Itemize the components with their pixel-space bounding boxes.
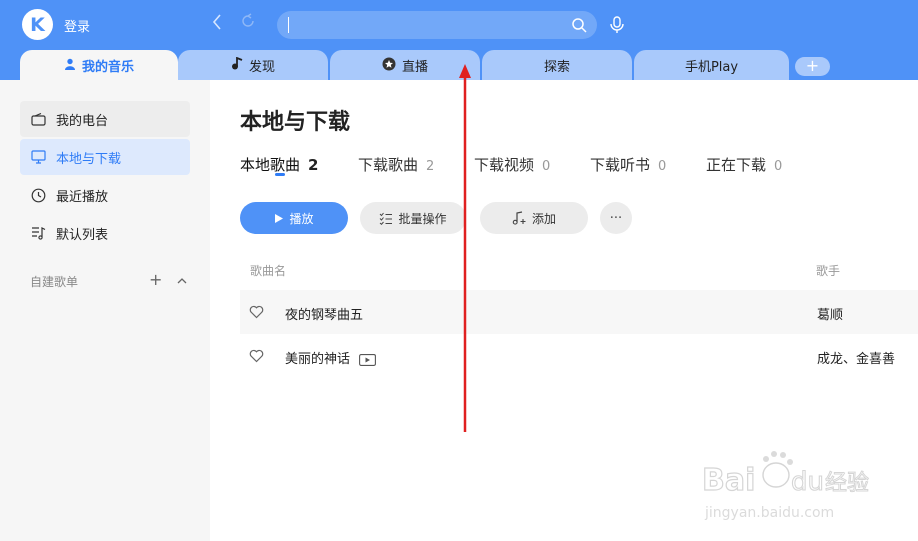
- svg-text:jingyan.baidu.com: jingyan.baidu.com: [704, 505, 834, 521]
- more-button[interactable]: ···: [600, 202, 632, 234]
- subtab-label: 正在下载: [706, 156, 767, 174]
- mv-video-icon[interactable]: [359, 354, 376, 366]
- song-title[interactable]: 美丽的神话: [285, 352, 350, 367]
- subtab-count: 2: [308, 156, 319, 174]
- batch-operation-button[interactable]: 批量操作: [360, 202, 466, 234]
- tab-label: 我的音乐: [81, 59, 134, 75]
- play-button[interactable]: 播放: [240, 202, 348, 234]
- subtab-downloaded-videos[interactable]: 下载视频 0: [474, 154, 550, 175]
- column-header-artist[interactable]: 歌手: [816, 262, 840, 279]
- subtab-count: 0: [774, 159, 783, 174]
- subtab-label: 下载歌曲: [358, 156, 419, 174]
- monitor-icon: [30, 149, 46, 165]
- checklist-icon: [379, 212, 393, 225]
- batch-button-label: 批量操作: [398, 211, 447, 226]
- back-icon[interactable]: [210, 12, 228, 34]
- add-music-icon: [512, 211, 527, 225]
- sidebar-item-label: 默认列表: [56, 227, 109, 243]
- subtab-downloaded-songs[interactable]: 下载歌曲 2: [358, 154, 434, 175]
- sidebar-item-default-list[interactable]: 默认列表: [20, 215, 190, 251]
- sidebar-item-recent[interactable]: 最近播放: [20, 177, 190, 213]
- svg-text:du: du: [791, 467, 824, 497]
- song-artist[interactable]: 成龙、金喜善: [817, 348, 895, 367]
- heart-icon[interactable]: [249, 349, 264, 363]
- active-subtab-indicator: [275, 173, 285, 176]
- subtab-count: 0: [542, 159, 551, 174]
- page-title: 本地与下载: [240, 110, 351, 135]
- login-link[interactable]: 登录: [64, 16, 90, 35]
- music-note-icon: [231, 56, 243, 73]
- tab-label: 探索: [543, 59, 570, 75]
- svg-text:经验: 经验: [825, 471, 869, 496]
- svg-text:Bai: Bai: [702, 463, 755, 498]
- table-row[interactable]: 夜的钢琴曲五 葛顺: [240, 290, 918, 334]
- chevron-up-icon[interactable]: [175, 274, 189, 288]
- subtab-count: 2: [426, 159, 435, 174]
- refresh-icon[interactable]: [240, 13, 258, 33]
- annotation-arrow: [459, 64, 471, 432]
- sidebar-item-label: 我的电台: [56, 113, 109, 129]
- search-input[interactable]: [293, 14, 563, 36]
- person-icon: [64, 58, 76, 73]
- sidebar-item-label: 最近播放: [56, 189, 109, 205]
- star-icon: [382, 57, 396, 74]
- tab-explore[interactable]: 探索: [482, 50, 632, 80]
- tab-mobile-play[interactable]: 手机Play: [634, 50, 789, 80]
- custom-playlists-heading: 自建歌单: [30, 275, 79, 289]
- voice-search-icon[interactable]: [609, 15, 625, 35]
- subtab-label: 下载听书: [590, 156, 651, 174]
- tab-label: 手机Play: [684, 59, 739, 75]
- sidebar-item-local-download[interactable]: 本地与下载: [20, 139, 190, 175]
- search-icon[interactable]: [571, 17, 587, 33]
- text-caret: [288, 17, 289, 33]
- tab-my-music[interactable]: 我的音乐: [20, 50, 178, 80]
- sidebar: 我的电台 本地与下载 最近播放 默认列表 自建歌单 +: [0, 80, 210, 541]
- add-tab-button[interactable]: +: [795, 57, 830, 76]
- baidu-jingyan-watermark: Bai du 经验 jingyan.baidu.com: [701, 451, 870, 521]
- subtab-local-songs[interactable]: 本地歌曲 2: [240, 154, 318, 175]
- playlist-icon: [30, 225, 46, 241]
- heart-icon[interactable]: [249, 305, 264, 319]
- subtab-downloaded-audiobooks[interactable]: 下载听书 0: [590, 154, 666, 175]
- subtab-label: 本地歌曲: [240, 156, 301, 174]
- sidebar-item-radio[interactable]: 我的电台: [20, 101, 190, 137]
- song-title-cell: 美丽的神话: [285, 348, 376, 367]
- tab-label: 直播: [401, 59, 428, 75]
- add-button[interactable]: 添加: [480, 202, 588, 234]
- clock-icon: [30, 187, 46, 203]
- table-row[interactable]: 美丽的神话 成龙、金喜善: [240, 334, 918, 378]
- sidebar-item-label: 本地与下载: [56, 151, 122, 167]
- tab-label: 发现: [248, 59, 275, 75]
- subtab-downloading[interactable]: 正在下载 0: [706, 154, 782, 175]
- song-title[interactable]: 夜的钢琴曲五: [285, 304, 363, 323]
- radio-icon: [30, 111, 46, 127]
- play-button-label: 播放: [289, 211, 314, 226]
- song-artist[interactable]: 葛顺: [817, 304, 843, 323]
- column-header-song[interactable]: 歌曲名: [250, 262, 286, 279]
- subtab-label: 下载视频: [474, 156, 535, 174]
- kugou-logo[interactable]: K: [22, 9, 53, 40]
- play-icon: [274, 213, 284, 224]
- tab-discover[interactable]: 发现: [178, 50, 328, 80]
- search-box[interactable]: [277, 11, 597, 39]
- add-button-label: 添加: [531, 211, 556, 226]
- add-playlist-button[interactable]: +: [149, 272, 162, 288]
- subtab-count: 0: [658, 159, 667, 174]
